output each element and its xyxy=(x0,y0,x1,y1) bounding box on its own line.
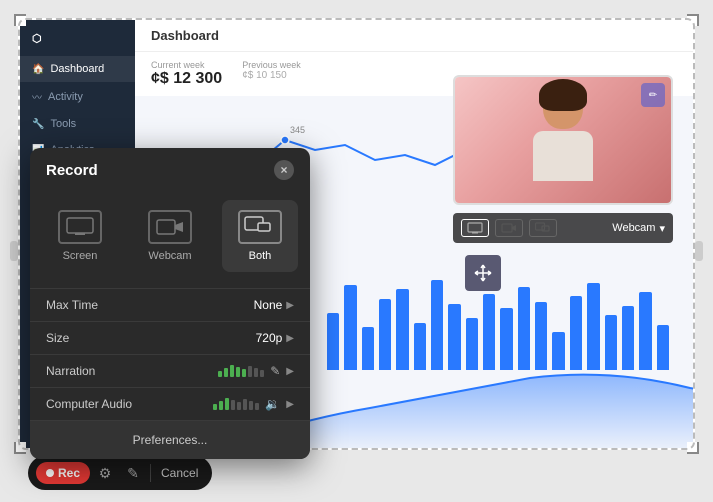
tools-icon: 🔧 xyxy=(32,119,44,130)
webcam-selector-bar: Webcam ▾ xyxy=(453,213,673,243)
bar-chart-bar xyxy=(587,283,599,370)
side-handle-right[interactable] xyxy=(695,241,703,261)
setting-computer-audio[interactable]: Computer Audio 🔉 ▶ xyxy=(30,387,310,420)
webcam-person xyxy=(455,77,671,203)
speaker-icon: 🔉 xyxy=(265,397,280,411)
sidebar-item-activity[interactable]: 〰 Activity xyxy=(20,82,135,111)
home-icon: 🏠 xyxy=(32,64,44,75)
audio-volume-bar xyxy=(213,398,259,410)
rec-type-screen[interactable]: Screen xyxy=(42,200,118,272)
side-handle-left[interactable] xyxy=(10,241,18,261)
chevron-right-icon-4: ▶ xyxy=(286,399,294,410)
edit-button[interactable]: ✎ xyxy=(120,460,146,486)
webcam-edit-button[interactable]: ✏ xyxy=(641,83,665,107)
area-chart xyxy=(250,358,695,448)
modal-header: Record × xyxy=(30,148,310,192)
sidebar-logo: ⬡ xyxy=(20,20,135,56)
corner-handle-br[interactable] xyxy=(687,442,699,454)
webcam-opt-screen[interactable] xyxy=(461,219,489,237)
webcam-opt-both[interactable] xyxy=(529,219,557,237)
current-week-stat: Current week ¢$ 12 300 xyxy=(151,60,222,88)
record-type-row: Screen Webcam Both xyxy=(30,192,310,288)
chevron-right-icon: ▶ xyxy=(286,300,294,311)
webcam-icon xyxy=(148,210,192,244)
webcam-preview: ✏ xyxy=(453,75,673,205)
cancel-button[interactable]: Cancel xyxy=(155,462,204,484)
sidebar-item-dashboard[interactable]: 🏠 Dashboard xyxy=(20,56,135,82)
bar-chart xyxy=(323,250,673,370)
webcam-label[interactable]: Webcam ▾ xyxy=(612,222,665,235)
narration-volume-bar xyxy=(218,365,264,377)
person-head xyxy=(543,85,583,129)
record-modal: Record × Screen Webcam xyxy=(30,148,310,459)
rec-dot xyxy=(46,469,54,477)
corner-handle-tl[interactable] xyxy=(14,14,26,26)
settings-button[interactable]: ⚙ xyxy=(92,460,118,486)
rec-type-both[interactable]: Both xyxy=(222,200,298,272)
page-title: Dashboard xyxy=(135,20,693,52)
modal-title: Record xyxy=(46,162,98,179)
bottom-toolbar: Rec ⚙ ✎ Cancel xyxy=(28,456,212,490)
person-body xyxy=(533,131,593,181)
person-figure xyxy=(528,85,598,195)
setting-narration[interactable]: Narration ✎ ▶ xyxy=(30,354,310,387)
toolbar-divider xyxy=(150,464,151,482)
setting-max-time[interactable]: Max Time None ▶ xyxy=(30,288,310,321)
chevron-down-icon: ▾ xyxy=(659,222,665,235)
rec-button[interactable]: Rec xyxy=(36,462,90,484)
sidebar-item-tools[interactable]: 🔧 Tools xyxy=(20,111,135,137)
corner-handle-tr[interactable] xyxy=(687,14,699,26)
corner-handle-bl[interactable] xyxy=(14,442,26,454)
modal-close-button[interactable]: × xyxy=(274,160,294,180)
setting-size[interactable]: Size 720p ▶ xyxy=(30,321,310,354)
previous-week-stat: Previous week ¢$ 10 150 xyxy=(242,60,301,88)
chevron-right-icon-2: ▶ xyxy=(286,333,294,344)
chevron-right-icon-3: ▶ xyxy=(286,366,294,377)
rec-type-webcam[interactable]: Webcam xyxy=(132,200,208,272)
bar-chart-bar xyxy=(431,280,443,370)
preferences-button[interactable]: Preferences... xyxy=(30,420,310,459)
activity-icon: 〰 xyxy=(32,89,42,104)
person-hair xyxy=(539,79,587,111)
screen-icon xyxy=(58,210,102,244)
both-icon xyxy=(238,210,282,244)
chart-number-1: 345 xyxy=(290,125,305,135)
webcam-opt-cam[interactable] xyxy=(495,219,523,237)
pencil-icon: ✎ xyxy=(270,364,280,378)
